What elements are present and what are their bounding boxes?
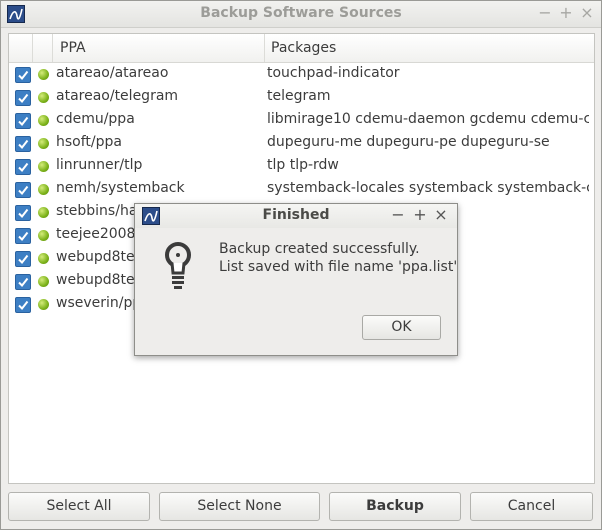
table-row[interactable]: atareao/telegram telegram	[9, 86, 594, 109]
row-checkbox[interactable]	[15, 90, 31, 106]
row-packages: libmirage10 cdemu-daemon gcdemu cdemu-cl…	[267, 111, 589, 127]
row-checkbox[interactable]	[15, 274, 31, 290]
status-dot-icon	[38, 69, 49, 80]
row-checkbox[interactable]	[15, 136, 31, 152]
row-packages: telegram	[267, 88, 331, 104]
header-check-column[interactable]	[9, 34, 33, 62]
row-ppa: atareao/atareao	[56, 65, 169, 81]
lightbulb-icon	[165, 242, 191, 289]
row-packages: tlp tlp-rdw	[267, 157, 339, 173]
close-button[interactable]: ×	[578, 4, 596, 22]
row-checkbox[interactable]	[15, 228, 31, 244]
row-checkbox[interactable]	[15, 159, 31, 175]
dialog-title-bar[interactable]: Finished − + ×	[135, 204, 457, 228]
row-checkbox[interactable]	[15, 182, 31, 198]
table-row[interactable]: cdemu/ppa libmirage10 cdemu-daemon gcdemu…	[9, 109, 594, 132]
row-packages: touchpad-indicator	[267, 65, 400, 81]
finished-dialog: Finished − + × Backup created successful…	[134, 203, 458, 356]
row-ppa: atareao/telegram	[56, 88, 179, 104]
status-dot-icon	[38, 207, 49, 218]
table-header: PPA Packages	[9, 34, 594, 63]
row-checkbox[interactable]	[15, 251, 31, 267]
header-ppa[interactable]: PPA	[53, 34, 265, 62]
dialog-minimize-button[interactable]: −	[389, 206, 407, 224]
table-row[interactable]: atareao/atareao touchpad-indicator	[9, 63, 594, 86]
row-checkbox[interactable]	[15, 205, 31, 221]
status-dot-icon	[38, 92, 49, 103]
row-ppa: nemh/systemback	[56, 180, 185, 196]
status-dot-icon	[38, 184, 49, 195]
table-row[interactable]: nemh/systemback systemback-locales system…	[9, 178, 594, 201]
row-packages: dupeguru-me dupeguru-pe dupeguru-se	[267, 134, 550, 150]
row-ppa: webupd8tea	[56, 249, 144, 265]
row-ppa: webupd8tea	[56, 272, 144, 288]
header-status-column[interactable]	[33, 34, 53, 62]
dialog-message-line1: Backup created successfully.	[219, 241, 420, 257]
cancel-button[interactable]: Cancel	[470, 492, 593, 521]
row-ppa: cdemu/ppa	[56, 111, 135, 127]
title-bar[interactable]: Backup Software Sources − + ×	[1, 1, 601, 28]
dialog-title: Finished	[262, 207, 330, 223]
select-none-button[interactable]: Select None	[159, 492, 320, 521]
row-checkbox[interactable]	[15, 113, 31, 129]
dialog-close-button[interactable]: ×	[432, 206, 450, 224]
select-all-button[interactable]: Select All	[8, 492, 150, 521]
status-dot-icon	[38, 161, 49, 172]
status-dot-icon	[38, 299, 49, 310]
row-ppa: wseverin/pp	[56, 295, 142, 311]
header-packages[interactable]: Packages	[265, 34, 594, 62]
row-checkbox[interactable]	[15, 297, 31, 313]
status-dot-icon	[38, 138, 49, 149]
row-packages: systemback-locales systemback systemback…	[267, 180, 589, 196]
status-dot-icon	[38, 230, 49, 241]
window-title: Backup Software Sources	[200, 5, 402, 21]
row-checkbox[interactable]	[15, 67, 31, 83]
dialog-maximize-button[interactable]: +	[411, 206, 429, 224]
maximize-button[interactable]: +	[557, 4, 575, 22]
table-row[interactable]: hsoft/ppa dupeguru-me dupeguru-pe dupegur…	[9, 132, 594, 155]
row-ppa: linrunner/tlp	[56, 157, 143, 173]
row-ppa: teejee2008/	[56, 226, 141, 242]
status-dot-icon	[38, 115, 49, 126]
minimize-button[interactable]: −	[536, 4, 554, 22]
row-ppa: stebbins/ha	[56, 203, 138, 219]
ok-button[interactable]: OK	[362, 315, 441, 340]
status-dot-icon	[38, 253, 49, 264]
table-row[interactable]: linrunner/tlp tlp tlp-rdw	[9, 155, 594, 178]
status-dot-icon	[38, 276, 49, 287]
dialog-message-line2: List saved with file name 'ppa.list'	[219, 259, 458, 275]
backup-button[interactable]: Backup	[329, 492, 461, 521]
row-ppa: hsoft/ppa	[56, 134, 122, 150]
